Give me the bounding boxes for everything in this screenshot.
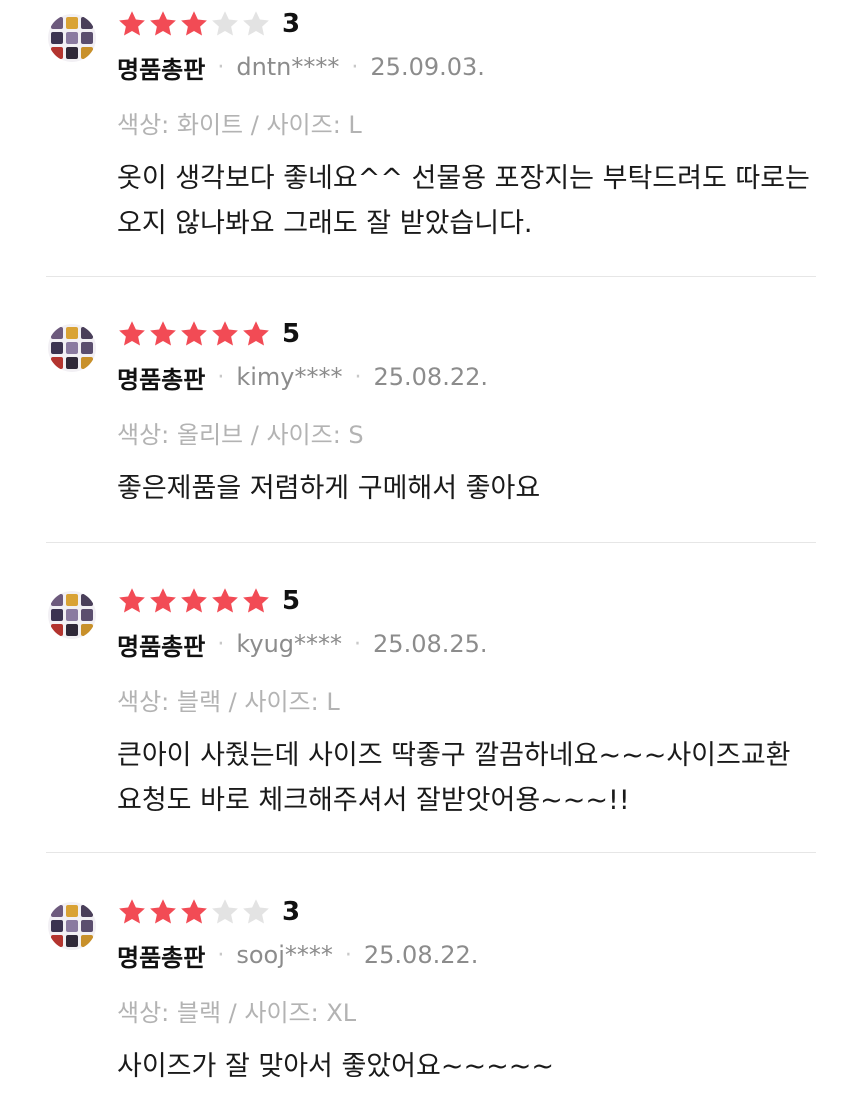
review-list: 3 명품총판 · dntn**** · 25.09.03. 색상: 화이트 / … [0,0,860,1099]
meta-separator: · [217,364,225,390]
seller-avatar[interactable] [48,902,96,950]
star-empty-icon [212,11,238,36]
rating-row: 5 [117,585,300,617]
star-filled-icon [150,321,176,346]
review-date: 25.08.22. [363,941,479,969]
purchase-option: 색상: 올리브 / 사이즈: S [117,421,364,449]
star-filled-icon [119,321,145,346]
seller-name[interactable]: 명품총판 [117,50,205,85]
rating-score: 5 [282,319,301,349]
meta-separator: · [354,364,362,390]
seller-avatar[interactable] [48,591,96,639]
rating-row: 3 [117,896,300,928]
seller-avatar[interactable] [48,324,96,372]
meta-separator: · [217,54,225,80]
review-text: 좋은제품을 저렴하게 구메해서 좋아요 [117,473,541,504]
meta-separator: · [217,631,225,657]
divider [46,852,816,853]
reviewer-id: sooj**** [236,941,333,969]
star-filled-icon [119,899,145,924]
rating-score: 5 [282,586,301,616]
meta-separator: · [351,54,359,80]
star-filled-icon [181,588,207,613]
product-thumbnail-icon [48,591,96,639]
divider [46,542,816,543]
reviewer-id: kyug**** [236,630,343,658]
star-filled-icon [212,321,238,346]
rating-row: 3 [117,8,300,40]
star-empty-icon [212,899,238,924]
star-rating [117,319,272,349]
star-filled-icon [150,588,176,613]
star-filled-icon [119,11,145,36]
rating-score: 3 [282,897,301,927]
purchase-option: 색상: 블랙 / 사이즈: L [117,688,340,716]
reviewer-id: kimy**** [236,363,343,391]
product-thumbnail-icon [48,14,96,62]
star-filled-icon [150,899,176,924]
product-thumbnail-icon [48,324,96,372]
purchase-option: 색상: 화이트 / 사이즈: L [117,111,362,139]
star-filled-icon [212,588,238,613]
product-thumbnail-icon [48,902,96,950]
star-filled-icon [181,899,207,924]
review-date: 25.08.25. [373,630,488,658]
seller-avatar[interactable] [48,14,96,62]
meta-separator: · [354,631,362,657]
star-filled-icon [243,321,269,346]
star-rating [117,9,272,39]
review-text: 사이즈가 잘 맞아서 좋았어요~~~~~ [117,1051,554,1082]
star-filled-icon [150,11,176,36]
rating-row: 5 [117,318,300,350]
star-filled-icon [181,321,207,346]
rating-score: 3 [282,9,301,39]
meta-separator: · [217,942,225,968]
review-meta: 명품총판 · kyug**** · 25.08.25. [117,627,488,661]
star-rating [117,897,272,927]
review-text: 옷이 생각보다 좋네요^^ 선물용 포장지는 부탁드려도 따로는 오지 않나봐요… [117,163,810,239]
star-rating [117,586,272,616]
seller-name[interactable]: 명품총판 [117,627,205,662]
meta-separator: · [344,942,352,968]
review-meta: 명품총판 · dntn**** · 25.09.03. [117,50,485,84]
seller-name[interactable]: 명품총판 [117,938,205,973]
review-meta: 명품총판 · kimy**** · 25.08.22. [117,360,488,394]
star-empty-icon [243,11,269,36]
review-meta: 명품총판 · sooj**** · 25.08.22. [117,938,478,972]
purchase-option: 색상: 블랙 / 사이즈: XL [117,999,357,1027]
star-filled-icon [119,588,145,613]
divider [46,276,816,277]
review-date: 25.08.22. [373,363,488,391]
review-date: 25.09.03. [370,53,485,81]
review-text: 큰아이 사줬는데 사이즈 딱좋구 깔끔하네요~~~사이즈교환 요청도 바로 체크… [117,740,791,816]
star-filled-icon [243,588,269,613]
reviewer-id: dntn**** [236,53,340,81]
star-empty-icon [243,899,269,924]
star-filled-icon [181,11,207,36]
seller-name[interactable]: 명품총판 [117,360,205,395]
